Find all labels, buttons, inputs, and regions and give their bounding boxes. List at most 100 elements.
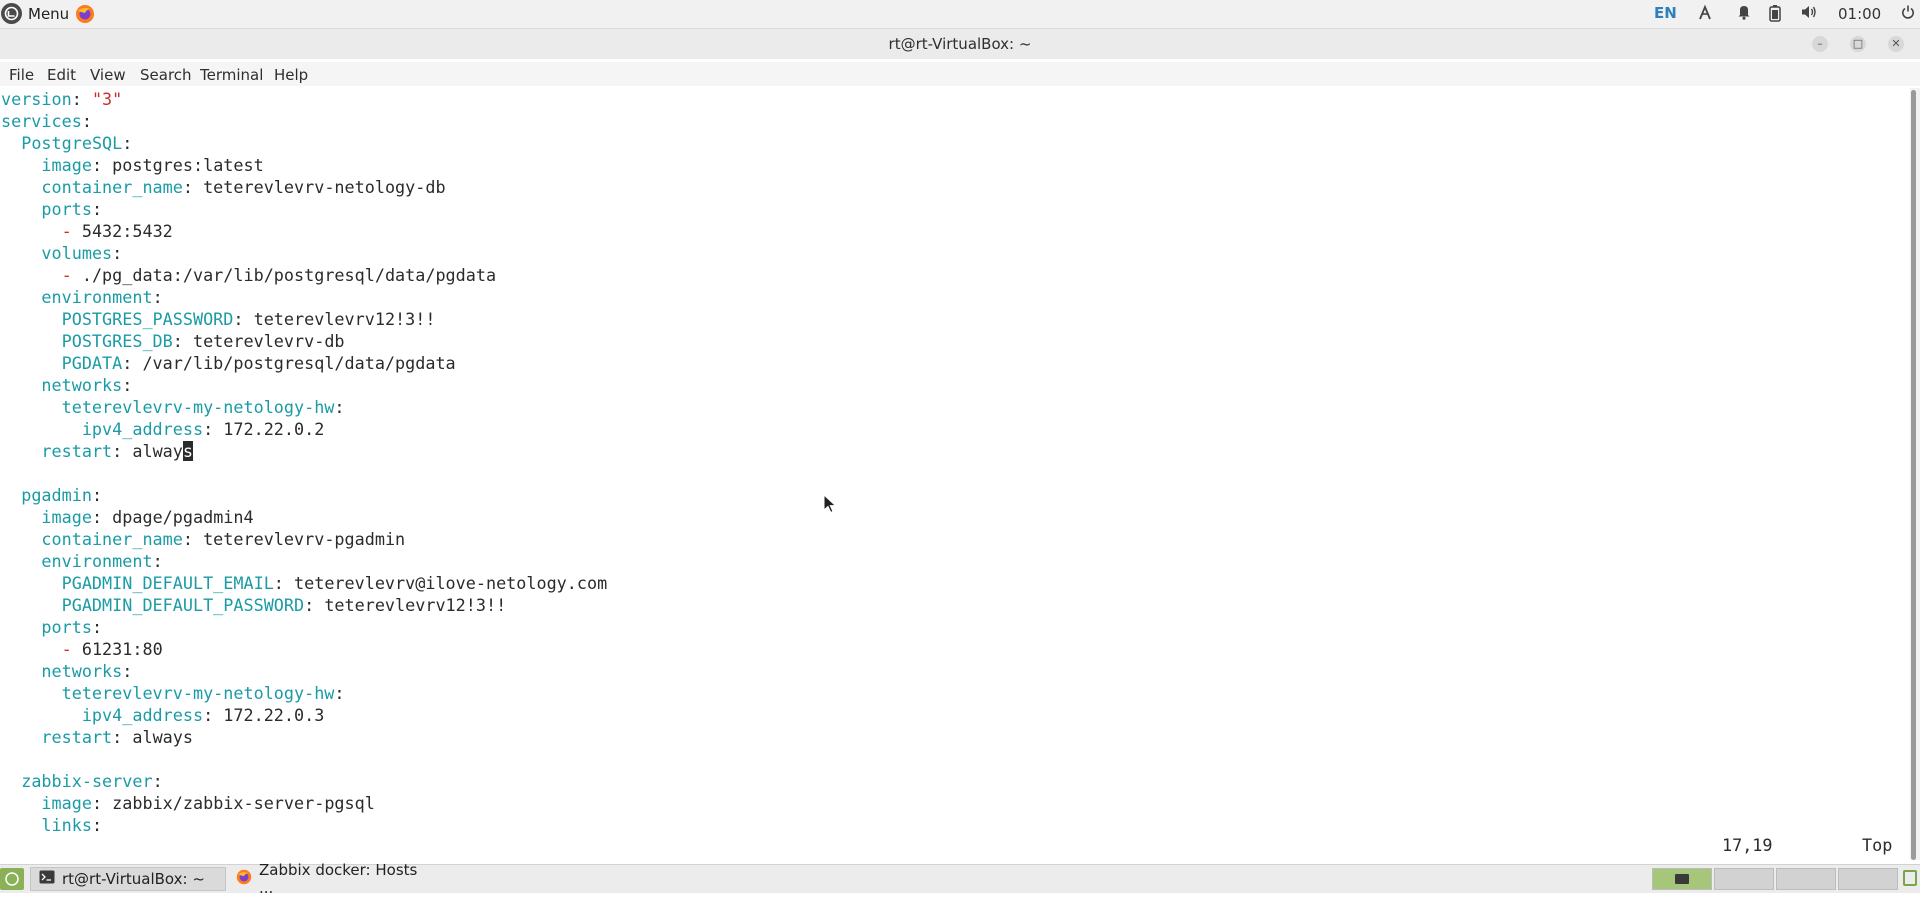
taskbar-item-label: rt@rt-VirtualBox: ~ bbox=[62, 870, 205, 888]
yaml-key: volumes bbox=[41, 243, 113, 263]
volume-icon[interactable] bbox=[1800, 4, 1818, 24]
battery-icon[interactable] bbox=[1769, 4, 1781, 26]
network-icon[interactable] bbox=[1697, 4, 1713, 26]
menu-button[interactable]: Menu bbox=[28, 5, 69, 23]
yaml-key: container_name bbox=[41, 177, 183, 197]
terminal-menubar: File Edit View Search Terminal Help bbox=[0, 62, 1920, 86]
yaml-text bbox=[1, 771, 21, 791]
workspace-2[interactable] bbox=[1714, 868, 1774, 890]
terminal-line: restart: always bbox=[1, 440, 193, 462]
yaml-text bbox=[1, 815, 41, 835]
yaml-key: zabbix-server bbox=[21, 771, 153, 791]
terminal-line: networks: bbox=[1, 374, 132, 396]
yaml-text bbox=[1, 419, 82, 439]
yaml-text: : bbox=[122, 133, 133, 153]
terminal-line: ports: bbox=[1, 198, 102, 220]
yaml-text: "3" bbox=[91, 89, 123, 109]
yaml-text: : teterevlevrv-netology-db bbox=[182, 177, 446, 197]
yaml-text bbox=[1, 287, 41, 307]
yaml-text: : bbox=[91, 485, 103, 505]
workspace-switcher bbox=[1652, 868, 1902, 890]
yaml-text bbox=[1, 199, 41, 219]
taskbar-item-terminal[interactable]: rt@rt-VirtualBox: ~ bbox=[30, 867, 226, 891]
mint-menu-button[interactable] bbox=[0, 868, 24, 890]
yaml-text: : bbox=[334, 397, 345, 417]
yaml-text bbox=[1, 221, 62, 241]
taskbar: rt@rt-VirtualBox: ~ Zabbix docker: Hosts… bbox=[0, 861, 1920, 897]
yaml-text: : 172.22.0.3 bbox=[203, 705, 325, 725]
menu-view[interactable]: View bbox=[90, 66, 126, 84]
yaml-text bbox=[1, 331, 62, 351]
yaml-text: : teterevlevrv-pgadmin bbox=[182, 529, 406, 549]
menu-terminal[interactable]: Terminal bbox=[200, 66, 263, 84]
yaml-text bbox=[1, 683, 62, 703]
yaml-text: : /var/lib/postgresql/data/pgdata bbox=[122, 353, 456, 373]
clock[interactable]: 01:00 bbox=[1838, 5, 1881, 23]
menu-search[interactable]: Search bbox=[140, 66, 192, 84]
yaml-key: POSTGRES_DB bbox=[61, 331, 173, 351]
terminal-icon bbox=[39, 870, 55, 888]
yaml-text: : teterevlevrv12!3!! bbox=[304, 595, 507, 615]
window-title-bar[interactable]: rt@rt-VirtualBox: ~ – □ ✕ bbox=[0, 29, 1920, 59]
window-title: rt@rt-VirtualBox: ~ bbox=[888, 35, 1032, 53]
yaml-key: ports bbox=[41, 617, 92, 637]
yaml-key: ipv4_address bbox=[81, 705, 204, 725]
yaml-text bbox=[1, 155, 41, 175]
menu-help[interactable]: Help bbox=[274, 66, 308, 84]
vim-cursor-position: 17,19 bbox=[1722, 835, 1773, 855]
workspace-4[interactable] bbox=[1838, 868, 1898, 890]
yaml-text: : bbox=[152, 771, 163, 791]
keyboard-layout-indicator[interactable]: EN bbox=[1654, 4, 1677, 22]
power-icon[interactable] bbox=[1901, 4, 1915, 24]
yaml-text bbox=[1, 661, 41, 681]
linux-mint-logo-icon[interactable] bbox=[1, 3, 22, 24]
yaml-key: restart bbox=[41, 441, 113, 461]
yaml-key: environment bbox=[41, 551, 153, 571]
terminal-line: image: zabbix/zabbix-server-pgsql bbox=[1, 792, 374, 814]
minimize-button[interactable]: – bbox=[1812, 36, 1828, 52]
vim-scroll-indicator: Top bbox=[1862, 835, 1893, 855]
yaml-text: : bbox=[112, 243, 123, 263]
terminal-line: image: postgres:latest bbox=[1, 154, 264, 176]
yaml-text bbox=[1, 133, 21, 153]
yaml-text: : postgres:latest bbox=[91, 155, 264, 175]
terminal-line: services: bbox=[1, 110, 92, 132]
yaml-text bbox=[1, 309, 62, 329]
terminal-line: ipv4_address: 172.22.0.2 bbox=[1, 418, 325, 440]
yaml-text: : always bbox=[112, 441, 193, 461]
yaml-text bbox=[1, 397, 62, 417]
yaml-text: : bbox=[91, 815, 103, 835]
system-tray: EN 01:00 bbox=[1620, 0, 1920, 28]
firefox-icon bbox=[236, 869, 252, 889]
yaml-key: image bbox=[41, 793, 92, 813]
yaml-key: pgadmin bbox=[21, 485, 92, 505]
yaml-text bbox=[1, 243, 41, 263]
workspace-1[interactable] bbox=[1652, 868, 1712, 890]
maximize-button[interactable]: □ bbox=[1850, 36, 1866, 52]
close-button[interactable]: ✕ bbox=[1888, 36, 1904, 52]
terminal-text-area[interactable]: version: "3" services: PostgreSQL: image:… bbox=[0, 88, 1910, 860]
yaml-text: : bbox=[122, 661, 133, 681]
scrollbar-thumb[interactable] bbox=[1911, 90, 1916, 860]
bell-icon[interactable] bbox=[1737, 4, 1751, 24]
terminal-line: teterevlevrv-my-netology-hw: bbox=[1, 396, 345, 418]
firefox-icon[interactable] bbox=[75, 4, 95, 24]
yaml-text: 5432:5432 bbox=[81, 221, 173, 241]
terminal-line: restart: always bbox=[1, 726, 193, 748]
workspace-3[interactable] bbox=[1776, 868, 1836, 890]
terminal-line: ports: bbox=[1, 616, 102, 638]
notifications-icon[interactable] bbox=[1903, 870, 1917, 886]
yaml-key: teterevlevrv-my-netology-hw bbox=[61, 683, 335, 703]
yaml-text bbox=[1, 551, 41, 571]
yaml-text bbox=[1, 177, 41, 197]
yaml-key: networks bbox=[41, 375, 123, 395]
menu-edit[interactable]: Edit bbox=[47, 66, 76, 84]
menu-file[interactable]: File bbox=[9, 66, 34, 84]
terminal-line: links: bbox=[1, 814, 102, 836]
yaml-text bbox=[1, 353, 62, 373]
taskbar-item-firefox[interactable]: Zabbix docker: Hosts ... bbox=[228, 861, 428, 897]
yaml-key: restart bbox=[41, 727, 113, 747]
terminal-line: PGADMIN_DEFAULT_EMAIL: teterevlevrv@ilov… bbox=[1, 572, 608, 594]
mouse-pointer-icon bbox=[823, 493, 837, 514]
yaml-text bbox=[1, 617, 41, 637]
